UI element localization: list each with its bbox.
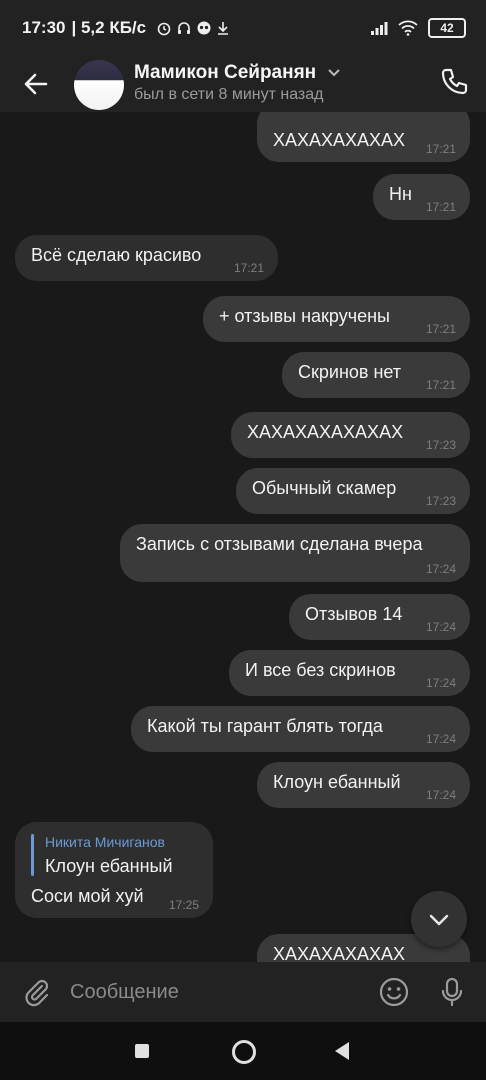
message-time: 17:24 bbox=[425, 562, 456, 576]
network-speed: | 5,2 КБ/с bbox=[71, 18, 147, 37]
message-text: Какой ты гарант блять тогда bbox=[147, 716, 383, 736]
status-time: 17:30 bbox=[22, 18, 66, 37]
panda-app-icon bbox=[197, 21, 211, 35]
system-back-button[interactable] bbox=[335, 1042, 349, 1060]
microphone-icon[interactable] bbox=[436, 976, 468, 1008]
message-text: Соси мой хуй bbox=[31, 886, 144, 906]
recent-apps-button[interactable] bbox=[135, 1044, 149, 1058]
phone-icon[interactable] bbox=[438, 66, 470, 98]
headphones-icon bbox=[178, 22, 191, 34]
message-time: 17:24 bbox=[425, 788, 456, 802]
message-composer bbox=[0, 962, 486, 1022]
message-bubble-outgoing[interactable]: Обычный скамер 17:23 bbox=[236, 468, 470, 514]
message-bubble-outgoing[interactable]: ХАХАХАХАХАХ 17:21 bbox=[257, 112, 470, 162]
emoji-icon[interactable] bbox=[378, 976, 410, 1008]
message-bubble-incoming[interactable]: Всё сделаю красиво 17:21 bbox=[15, 235, 278, 281]
message-time: 17:23 bbox=[425, 438, 456, 452]
reply-author: Никита Мичиганов bbox=[45, 834, 165, 850]
message-time: 17:24 bbox=[425, 620, 456, 634]
message-text: И все без скринов bbox=[245, 660, 396, 680]
message-text: ХАХАХАХАХАХ bbox=[273, 944, 406, 962]
message-text: Нн bbox=[389, 184, 412, 204]
wifi-icon bbox=[398, 20, 418, 36]
message-input[interactable] bbox=[70, 976, 370, 1008]
message-time: 17:21 bbox=[425, 378, 456, 392]
chevron-down-icon bbox=[429, 914, 449, 926]
message-time: 17:21 bbox=[425, 200, 456, 214]
back-arrow-icon[interactable] bbox=[20, 68, 52, 100]
download-icon bbox=[218, 22, 229, 35]
reply-quoted-text: Клоун ебанный bbox=[45, 856, 173, 876]
contact-name[interactable]: Мамикон Сейранян bbox=[134, 62, 341, 84]
message-bubble-outgoing[interactable]: Какой ты гарант блять тогда 17:24 bbox=[131, 706, 470, 752]
message-text: Клоун ебанный bbox=[273, 772, 401, 792]
avatar[interactable] bbox=[74, 60, 124, 110]
message-time: 17:23 bbox=[425, 494, 456, 508]
message-bubble-outgoing[interactable]: Отзывов 14 17:24 bbox=[289, 594, 470, 640]
message-text: + отзывы накручены bbox=[219, 306, 390, 326]
message-bubble-outgoing[interactable]: И все без скринов 17:24 bbox=[229, 650, 470, 696]
status-bar: 17:30 | 5,2 КБ/с 42 bbox=[0, 0, 486, 56]
message-bubble-outgoing[interactable]: + отзывы накручены 17:21 bbox=[203, 296, 470, 342]
message-time: 17:21 bbox=[233, 261, 264, 275]
message-text: Скринов нет bbox=[298, 362, 402, 382]
message-list[interactable]: ХАХАХАХАХАХ 17:21 Нн 17:21 Всё сделаю кр… bbox=[0, 112, 486, 962]
message-time: 17:24 bbox=[425, 732, 456, 746]
paperclip-icon[interactable] bbox=[20, 976, 52, 1008]
chevron-down-icon bbox=[328, 69, 341, 77]
message-text: Обычный скамер bbox=[252, 478, 397, 498]
message-time: 17:25 bbox=[168, 898, 199, 912]
scroll-to-bottom-button[interactable] bbox=[411, 891, 467, 947]
message-bubble-incoming-reply[interactable]: Никита Мичиганов Клоун ебанный Соси мой … bbox=[15, 822, 213, 918]
message-text: ХАХАХАХАХАХАХ bbox=[247, 422, 404, 442]
message-text: ХАХАХАХАХАХ bbox=[273, 130, 406, 150]
message-text: Всё сделаю красиво bbox=[31, 245, 202, 265]
message-text: Отзывов 14 bbox=[305, 604, 403, 624]
message-time: 17:24 bbox=[425, 676, 456, 690]
signal-icon bbox=[371, 22, 388, 35]
last-seen-status: был в сети 8 минут назад bbox=[134, 86, 324, 103]
message-bubble-outgoing[interactable]: ХАХАХАХАХАХАХ 17:23 bbox=[231, 412, 470, 458]
message-bubble-outgoing[interactable]: Запись с отзывами сделана вчера 17:24 bbox=[120, 524, 470, 582]
message-bubble-outgoing[interactable]: Скринов нет 17:21 bbox=[282, 352, 470, 398]
message-bubble-outgoing[interactable]: Нн 17:21 bbox=[373, 174, 470, 220]
reply-quote-bar bbox=[31, 834, 34, 876]
message-text: Запись с отзывами сделана вчера bbox=[136, 534, 423, 554]
alarm-icon bbox=[157, 22, 171, 36]
contact-name-label: Мамикон Сейранян bbox=[134, 62, 317, 83]
message-time: 17:21 bbox=[425, 322, 456, 336]
message-bubble-outgoing[interactable]: Клоун ебанный 17:24 bbox=[257, 762, 470, 808]
message-time: 17:21 bbox=[425, 142, 456, 156]
chat-header: Мамикон Сейранян был в сети 8 минут наза… bbox=[0, 56, 486, 112]
system-nav-bar bbox=[0, 1022, 486, 1080]
home-button[interactable] bbox=[232, 1040, 256, 1064]
battery-indicator: 42 bbox=[428, 18, 466, 38]
